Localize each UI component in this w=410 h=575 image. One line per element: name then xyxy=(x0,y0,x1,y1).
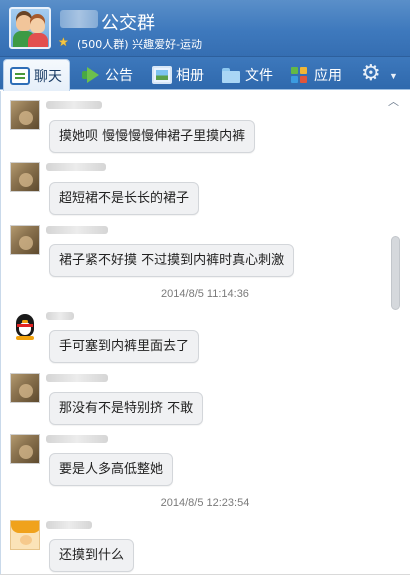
group-avatar[interactable] xyxy=(9,7,51,49)
folder-icon xyxy=(221,66,241,84)
sender-name-blurred xyxy=(46,163,106,171)
star-icon: ★ xyxy=(58,35,69,49)
chevron-down-icon[interactable]: ▼ xyxy=(389,71,398,81)
sender-name-blurred xyxy=(46,101,102,109)
sender-name-blurred xyxy=(46,435,108,443)
tab-bar: 聊天 公告 相册 文件 应用 xyxy=(0,57,410,91)
message-timestamp: 2014/8/5 12:23:54 xyxy=(160,497,250,509)
group-title[interactable]: 公交群 xyxy=(101,9,155,35)
tab-album[interactable]: 相册 xyxy=(146,59,218,90)
sender-name-blurred xyxy=(46,521,92,529)
horn-icon xyxy=(81,66,101,84)
tab-label: 相册 xyxy=(176,67,204,84)
message-timestamp: 2014/8/5 11:14:36 xyxy=(161,288,249,300)
message-bubble: 裙子紧不好摸 不过摸到内裤时真心刺激 xyxy=(49,244,295,277)
avatar[interactable] xyxy=(10,311,40,341)
tab-chat[interactable]: 聊天 xyxy=(3,59,70,91)
avatar[interactable] xyxy=(10,373,40,403)
avatar[interactable] xyxy=(10,520,40,550)
tab-apps[interactable]: 应用 xyxy=(284,59,356,90)
sender-name-blurred xyxy=(46,312,74,320)
tab-label: 聊天 xyxy=(34,68,62,85)
tab-label: 文件 xyxy=(245,67,273,84)
tab-files[interactable]: 文件 xyxy=(215,59,287,90)
gear-icon[interactable]: ⚙ xyxy=(361,63,383,85)
blurred-name xyxy=(60,10,98,28)
message-bubble: 要是人多高低整她 xyxy=(49,453,174,486)
avatar[interactable] xyxy=(10,100,40,130)
avatar[interactable] xyxy=(10,434,40,464)
message-bubble: 那没有不是特别挤 不敢 xyxy=(49,392,204,425)
group-header: 公交群 ★ (500人群) 兴趣爱好-运动 xyxy=(0,0,410,57)
group-subtitle: (500人群) 兴趣爱好-运动 xyxy=(77,38,203,51)
avatar[interactable] xyxy=(10,162,40,192)
message-bubble: 摸她呗 慢慢慢慢伸裙子里摸内裤 xyxy=(49,120,256,153)
sender-name-blurred xyxy=(46,374,108,382)
chat-icon xyxy=(10,66,30,85)
collapse-icon[interactable]: ︿ xyxy=(388,93,399,109)
avatar[interactable] xyxy=(10,225,40,255)
tab-label: 应用 xyxy=(314,67,342,84)
message-bubble: 超短裙不是长长的裙子 xyxy=(49,182,200,215)
tab-announcement[interactable]: 公告 xyxy=(75,59,140,90)
album-icon xyxy=(152,65,172,84)
apps-icon xyxy=(290,66,310,84)
tab-label: 公告 xyxy=(105,67,133,84)
sender-name-blurred xyxy=(46,226,108,234)
message-bubble: 还摸到什么 xyxy=(49,539,135,572)
message-bubble: 手可塞到内裤里面去了 xyxy=(49,330,200,363)
